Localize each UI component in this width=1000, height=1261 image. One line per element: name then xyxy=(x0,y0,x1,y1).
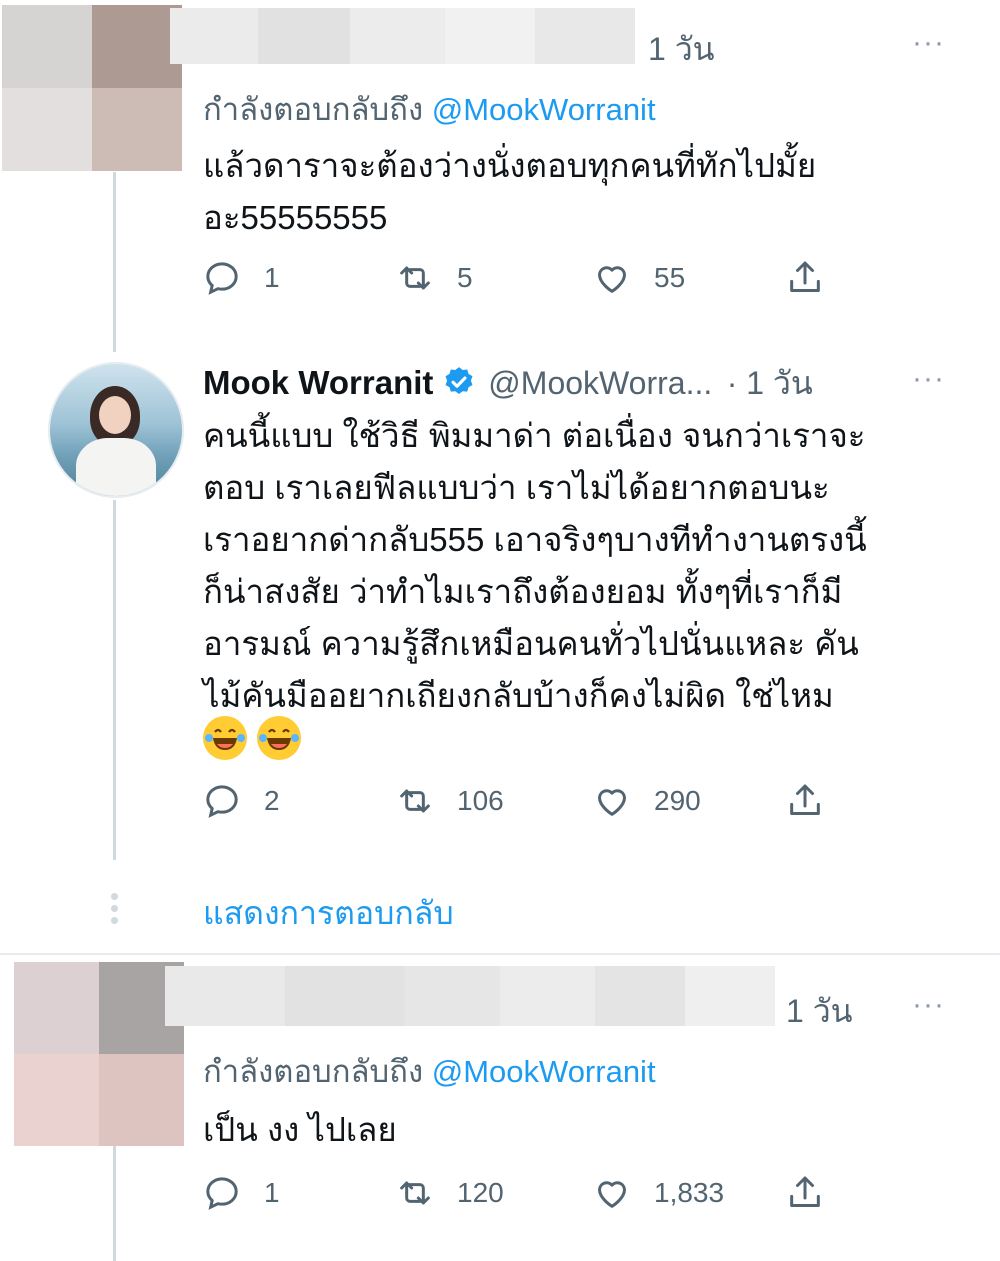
divider xyxy=(0,953,1000,955)
avatar[interactable] xyxy=(14,962,184,1146)
retweet-icon xyxy=(400,789,430,813)
reply-count: 1 xyxy=(264,262,280,293)
share-icon xyxy=(790,1176,820,1207)
retweet-count: 5 xyxy=(457,262,473,293)
share-icon xyxy=(790,784,820,815)
replying-to-label: กำลังตอบกลับถึง xyxy=(203,1054,424,1089)
reply-icon xyxy=(206,785,238,818)
tweet-text: แล้วดาราจะต้องว่างนั่งตอบทุกคนที่ทักไปมั… xyxy=(203,147,817,236)
vertical-dots-icon xyxy=(111,893,119,924)
like-button[interactable]: 1,833 xyxy=(592,1173,724,1213)
tweet-time: 1 วัน xyxy=(786,993,853,1029)
reply-button[interactable]: 1 xyxy=(202,1173,280,1213)
show-replies-link[interactable]: แสดงการตอบกลับ xyxy=(203,888,454,939)
thread-line xyxy=(113,500,116,860)
replying-to: กำลังตอบกลับถึง @MookWorranit xyxy=(203,1046,656,1096)
retweet-icon xyxy=(400,1181,430,1205)
heart-icon xyxy=(598,789,626,816)
like-button[interactable]: 55 xyxy=(592,258,685,298)
avatar[interactable] xyxy=(48,362,184,498)
reply-icon xyxy=(206,262,238,295)
tweet-text: คนนี้แบบ ใช้วิธี พิมมาด่า ต่อเนื่อง จนกว… xyxy=(203,417,867,714)
heart-icon xyxy=(598,266,626,293)
more-icon[interactable]: ··· xyxy=(912,26,945,60)
laughing-tears-emoji-icon xyxy=(203,716,247,760)
reply-count: 1 xyxy=(264,1177,280,1208)
blurred-username xyxy=(165,966,775,1026)
reply-count: 2 xyxy=(264,785,280,816)
like-count: 55 xyxy=(654,262,686,293)
like-count: 1,833 xyxy=(654,1177,725,1208)
tweet-time: · 1 วัน xyxy=(726,365,813,401)
retweet-count: 120 xyxy=(457,1177,504,1208)
share-button[interactable] xyxy=(785,781,825,821)
replying-to-handle[interactable]: @MookWorranit xyxy=(432,1054,656,1089)
reply-button[interactable]: 2 xyxy=(202,781,280,821)
more-icon[interactable]: ··· xyxy=(912,988,945,1022)
emoji-row xyxy=(203,716,311,760)
reply-button[interactable]: 1 xyxy=(202,258,280,298)
share-icon xyxy=(790,261,820,292)
display-name[interactable]: Mook Worranit xyxy=(203,364,433,401)
like-button[interactable]: 290 xyxy=(592,781,701,821)
replying-to-label: กำลังตอบกลับถึง xyxy=(203,92,424,127)
thread-line xyxy=(113,172,116,352)
reply-icon xyxy=(206,1177,238,1210)
thread-line xyxy=(113,1146,116,1261)
retweet-button[interactable]: 5 xyxy=(395,258,473,298)
tweet-text: เป็น งง ไปเลย xyxy=(203,1111,397,1148)
retweet-button[interactable]: 120 xyxy=(395,1173,504,1213)
retweet-count: 106 xyxy=(457,785,504,816)
laughing-tears-emoji-icon xyxy=(257,716,301,760)
verified-badge-icon xyxy=(445,367,473,395)
heart-icon xyxy=(598,1181,626,1208)
like-count: 290 xyxy=(654,785,701,816)
more-icon[interactable]: ··· xyxy=(912,362,945,396)
blurred-username xyxy=(170,8,635,64)
user-handle[interactable]: @MookWorra... xyxy=(488,365,712,401)
retweet-button[interactable]: 106 xyxy=(395,781,504,821)
replying-to-handle[interactable]: @MookWorranit xyxy=(432,92,656,127)
retweet-icon xyxy=(400,266,430,290)
replying-to: กำลังตอบกลับถึง @MookWorranit xyxy=(203,84,656,134)
share-button[interactable] xyxy=(785,1173,825,1213)
avatar[interactable] xyxy=(2,5,182,171)
share-button[interactable] xyxy=(785,258,825,298)
tweet-header: Mook Worranit @MookWorra... · 1 วัน xyxy=(203,358,813,409)
tweet-time: 1 วัน xyxy=(648,31,715,67)
